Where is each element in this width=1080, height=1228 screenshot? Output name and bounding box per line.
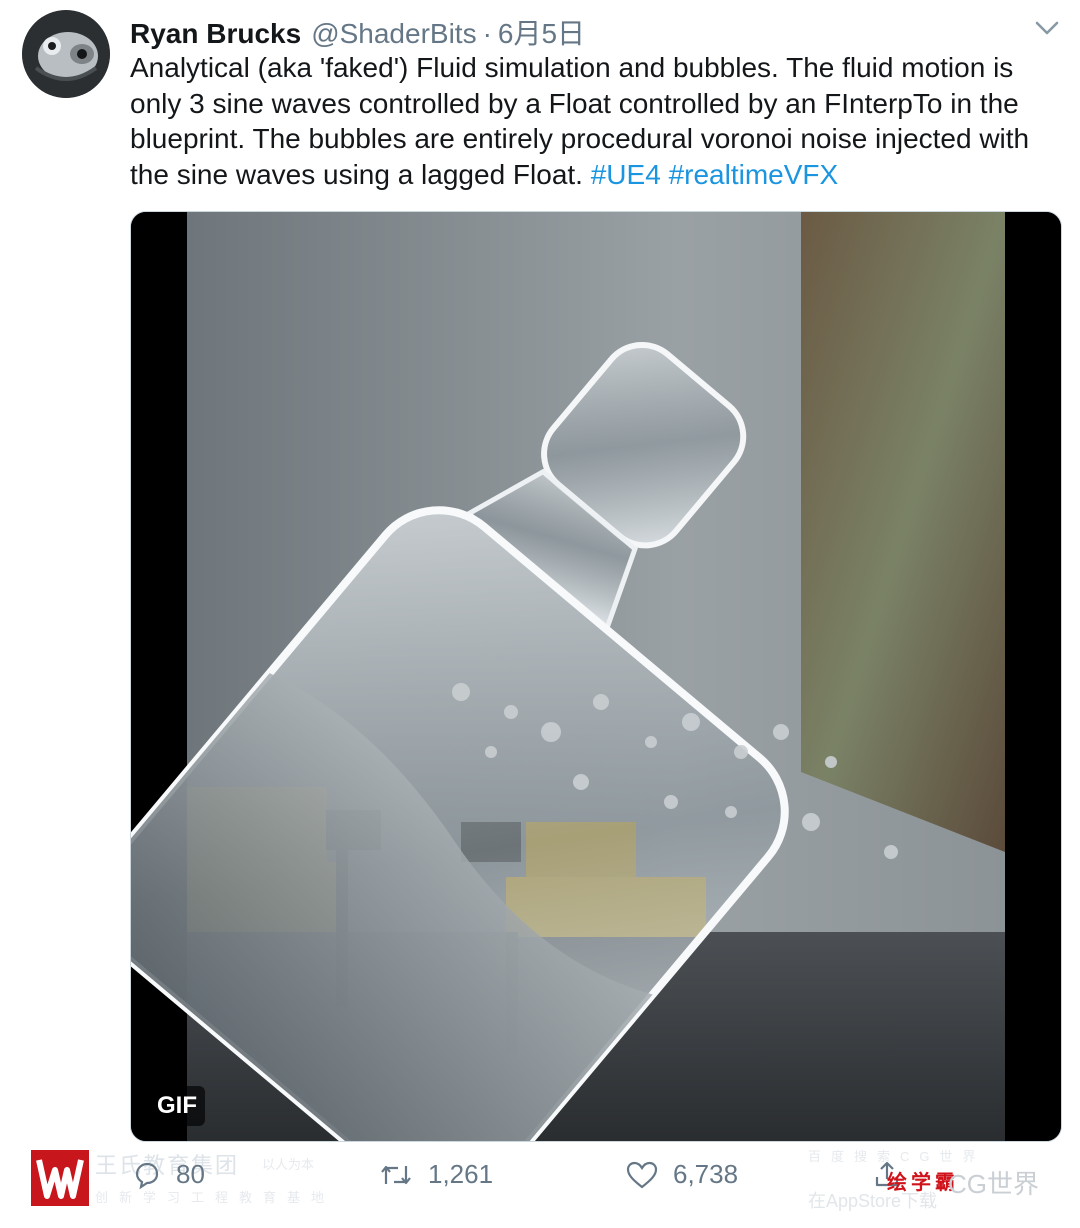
reply-button[interactable]: 80: [132, 1159, 205, 1190]
reply-count: 80: [176, 1159, 205, 1189]
like-button[interactable]: 6,738: [625, 1159, 738, 1190]
separator-dot: ·: [482, 18, 492, 49]
media-gif[interactable]: GIF: [130, 211, 1062, 1142]
reply-icon: [135, 1162, 159, 1189]
author-name[interactable]: Ryan Brucks: [130, 18, 301, 50]
tweet-body: Analytical (aka 'faked') Fluid simulatio…: [130, 52, 1030, 190]
hashtag-ue4[interactable]: #UE4: [591, 159, 661, 190]
avatar-image: [22, 10, 110, 98]
like-count: 6,738: [673, 1159, 739, 1189]
watermark-cg: CG世界: [948, 1169, 1040, 1199]
chevron-down-icon[interactable]: [1032, 18, 1062, 38]
watermark-appstore: 在AppStore下载: [808, 1191, 938, 1211]
tweet-date[interactable]: 6月5日: [498, 12, 585, 52]
retweet-icon: [381, 1165, 411, 1184]
retweet-count: 1,261: [428, 1159, 494, 1189]
author-handle[interactable]: @ShaderBits: [311, 18, 476, 50]
retweet-button[interactable]: 1,261: [378, 1159, 493, 1190]
gif-badge: GIF: [149, 1086, 205, 1126]
gif-image: [131, 212, 1061, 1141]
heart-icon: [626, 1161, 658, 1188]
tweet-text: Analytical (aka 'faked') Fluid simulatio…: [130, 50, 1065, 192]
hashtag-realtimevfx[interactable]: #realtimeVFX: [669, 159, 839, 190]
avatar[interactable]: [22, 10, 110, 98]
tweet-card[interactable]: Ryan Brucks @ShaderBits · 6月5日 Analytica…: [0, 0, 1080, 1228]
tweet-header: Ryan Brucks @ShaderBits · 6月5日: [130, 12, 585, 49]
